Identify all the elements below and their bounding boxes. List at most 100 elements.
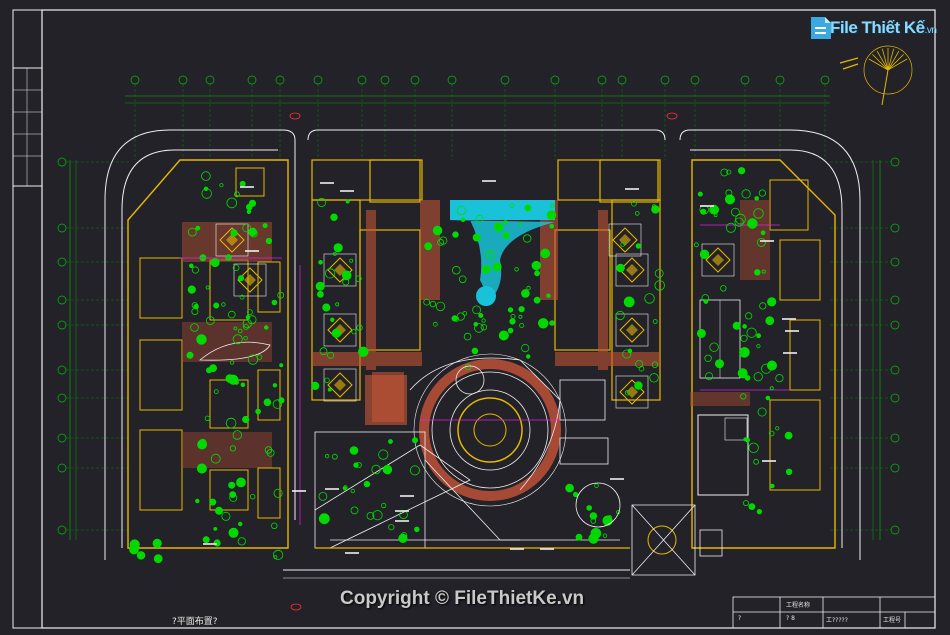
tree xyxy=(775,426,780,431)
paved-square xyxy=(365,375,407,425)
water-feature xyxy=(450,200,555,306)
tree xyxy=(460,217,466,223)
tree xyxy=(589,512,598,520)
tree xyxy=(424,242,433,251)
tree xyxy=(263,398,272,407)
tree xyxy=(213,527,218,531)
tree xyxy=(219,183,224,188)
tree xyxy=(549,320,555,326)
grid-axis-marker xyxy=(57,295,67,305)
tree xyxy=(388,439,393,444)
tree xyxy=(533,296,541,304)
tree xyxy=(186,351,194,359)
tree xyxy=(203,186,209,191)
annotation-mark xyxy=(245,250,259,252)
tree xyxy=(546,293,551,298)
tree xyxy=(743,500,750,507)
tree xyxy=(507,327,514,334)
annotation-mark xyxy=(400,495,414,497)
tree xyxy=(523,234,532,243)
tree xyxy=(187,285,196,294)
tree xyxy=(209,498,217,506)
tree xyxy=(236,477,246,488)
tree xyxy=(228,481,236,489)
tree xyxy=(565,483,574,493)
large-tree xyxy=(575,482,621,528)
tree xyxy=(191,307,199,315)
tree xyxy=(452,231,459,238)
tree xyxy=(330,213,338,221)
tree xyxy=(451,265,461,275)
logo-text: File Thiết Kế xyxy=(830,18,925,37)
tree xyxy=(191,266,199,274)
tree xyxy=(237,537,246,546)
tree xyxy=(213,302,220,309)
tree xyxy=(316,290,324,298)
tree xyxy=(654,268,664,278)
tree xyxy=(411,437,418,444)
grid-axis-marker xyxy=(740,75,750,85)
tree xyxy=(524,204,532,212)
tree xyxy=(526,285,531,291)
tree xyxy=(493,222,504,232)
tree xyxy=(758,189,767,197)
tree xyxy=(255,408,261,415)
tree xyxy=(602,515,613,526)
left-building-block xyxy=(127,159,289,549)
grid-axis-marker xyxy=(57,157,67,167)
tree xyxy=(262,223,268,229)
grid-axis-marker xyxy=(890,320,900,330)
grid-axis-marker xyxy=(890,295,900,305)
tree xyxy=(197,439,208,450)
tree xyxy=(378,449,389,460)
tree xyxy=(271,522,278,529)
tree xyxy=(540,248,550,259)
grid-axis-marker xyxy=(380,75,390,85)
tree xyxy=(644,293,655,304)
tree xyxy=(237,275,245,282)
annotation-mark xyxy=(203,543,217,545)
tree xyxy=(129,539,140,550)
title-block-cell-d: ? xyxy=(738,615,742,622)
tree xyxy=(725,222,736,233)
tree xyxy=(615,310,625,321)
tree xyxy=(330,317,335,322)
annotation-mark xyxy=(395,520,409,522)
tree xyxy=(189,263,194,269)
annotation-mark xyxy=(762,460,776,462)
tree xyxy=(741,189,751,199)
tree xyxy=(709,342,719,352)
tree xyxy=(240,382,246,388)
tree xyxy=(363,480,371,488)
grid-axis-marker xyxy=(57,463,67,473)
annotation-mark xyxy=(610,478,624,480)
tree xyxy=(538,318,549,329)
tree xyxy=(769,386,774,391)
tree xyxy=(507,307,514,313)
courtyard-diamond xyxy=(615,313,649,347)
tree xyxy=(747,218,758,229)
tree xyxy=(634,381,643,390)
tree xyxy=(756,333,761,339)
tree xyxy=(746,327,757,338)
grid-axis-marker xyxy=(178,75,188,85)
tree xyxy=(327,387,332,392)
tree xyxy=(745,312,753,320)
title-block-cell-e: 工程号 xyxy=(883,617,902,624)
tree xyxy=(335,302,340,307)
tree xyxy=(472,233,481,242)
annotation-mark xyxy=(700,205,714,207)
grid-axis-marker xyxy=(130,75,140,85)
grid-axis-marker xyxy=(890,525,900,535)
tree xyxy=(249,494,256,500)
tree xyxy=(196,463,207,474)
tree xyxy=(521,343,530,353)
cad-drawing-viewport: File Thiết Kế.vn Copyright © FileThietKe… xyxy=(0,0,950,631)
grid-axis-marker xyxy=(57,223,67,233)
grid-axis-marker xyxy=(775,75,785,85)
tree xyxy=(333,243,343,253)
courtyard-diamond xyxy=(323,313,357,347)
annotation-mark xyxy=(625,188,639,190)
grid-axis-marker xyxy=(660,75,670,85)
tree xyxy=(264,325,269,330)
